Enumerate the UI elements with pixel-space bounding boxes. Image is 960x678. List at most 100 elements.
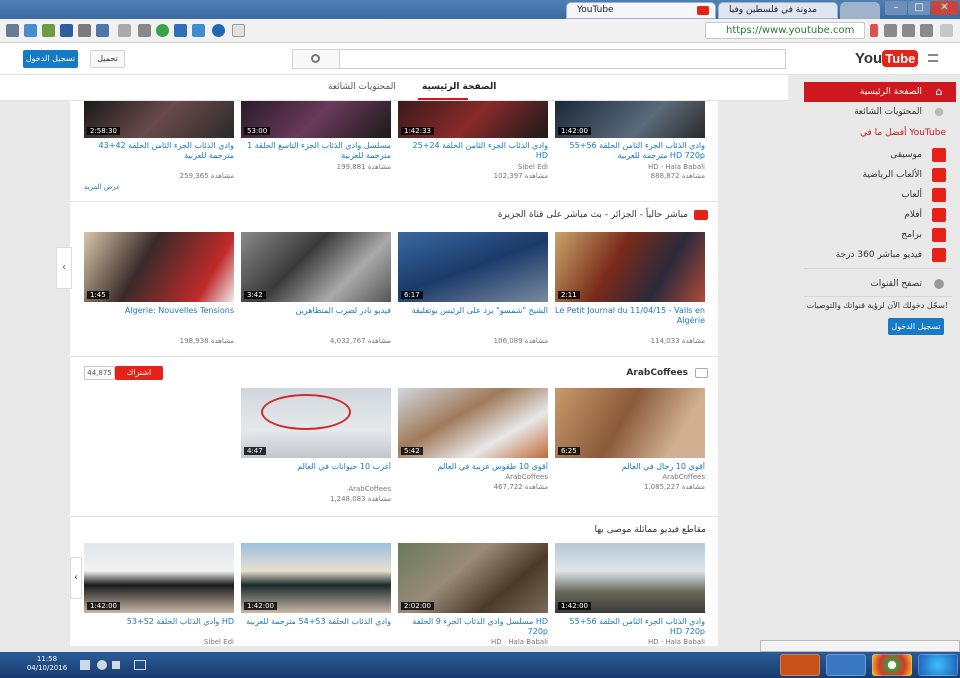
address-bar[interactable]: https://www.youtube.com xyxy=(705,22,865,39)
sidebar-item-movies[interactable]: أفلام xyxy=(804,205,956,225)
video-title[interactable]: Le Petit Journal du 11/04/15 - Valls en … xyxy=(555,306,705,326)
extension-icon[interactable] xyxy=(118,24,131,37)
video-title[interactable]: مسلسل وادي الذئاب الجزء التاسع الحلقة 1 … xyxy=(241,141,391,161)
extension-icon[interactable] xyxy=(156,24,169,37)
video-channel[interactable]: Sibel Edi xyxy=(84,638,234,647)
video-thumbnail[interactable]: 2:11 xyxy=(555,232,705,302)
video-thumbnail[interactable]: 1:42:00 xyxy=(84,543,234,613)
video-thumbnail[interactable]: 5:42 xyxy=(398,388,548,458)
video-title[interactable]: وادي الذئاب الجزء الثامن الحلقة 56+55 HD… xyxy=(555,617,705,637)
extension-icon[interactable] xyxy=(96,24,109,37)
sidebar-item-label: موسيقى xyxy=(890,150,922,160)
video-channel[interactable]: ArabCoffees xyxy=(555,473,705,482)
shelf-prev-arrow-icon[interactable]: ‹ xyxy=(70,557,82,599)
highlight-circle-icon xyxy=(261,394,351,430)
video-thumbnail[interactable]: 3:42 xyxy=(241,232,391,302)
menu-icon[interactable] xyxy=(6,24,19,37)
video-thumbnail[interactable]: 53:00 xyxy=(241,101,391,138)
network-icon[interactable] xyxy=(112,661,120,669)
video-thumbnail[interactable]: 6:25 xyxy=(555,388,705,458)
extension-icon[interactable] xyxy=(174,24,187,37)
video-channel[interactable]: HD · Hala Babali xyxy=(398,638,548,647)
refresh-icon[interactable] xyxy=(902,24,915,37)
sidebar-item-trending[interactable]: المحتويات الشائعة xyxy=(804,102,956,122)
video-channel[interactable]: HD · Hala Babali xyxy=(555,638,705,647)
video-thumbnail[interactable]: 1:42:00 xyxy=(241,543,391,613)
shelf-prev-arrow-icon[interactable]: ‹ xyxy=(56,247,72,289)
video-thumbnail[interactable]: 6:17 xyxy=(398,232,548,302)
video-title[interactable]: مسلسل وادي الذئاب الجزء 9 الحلقة HD 720p xyxy=(398,617,548,637)
tab-second[interactable]: مدونة في فلسطين وفيا xyxy=(718,2,838,19)
video-title[interactable]: وادي الذئاب الحلقة 53+54 مترجمة للعربية xyxy=(241,617,391,637)
home-icon[interactable] xyxy=(884,24,897,37)
bookmark-star-icon[interactable] xyxy=(232,24,245,37)
start-button[interactable] xyxy=(918,654,958,676)
sidebar-item-tv[interactable]: برامج xyxy=(804,225,956,245)
video-title[interactable]: وادي الذئاب الجزء الثامن الحلقة 24+25 HD xyxy=(398,141,548,161)
check-icon[interactable] xyxy=(138,24,151,37)
show-more-link[interactable]: عرض المزيد xyxy=(84,183,120,191)
minimize-icon[interactable]: – xyxy=(885,1,907,15)
video-channel[interactable]: ArabCoffees xyxy=(398,473,548,482)
video-thumbnail[interactable]: 1:42:33 xyxy=(398,101,548,138)
sidebar-item-gaming[interactable]: ألعاب xyxy=(804,185,956,205)
extension-icon[interactable] xyxy=(42,24,55,37)
shelf-title[interactable]: مباشر حالياً - الجزائر - بث مباشر على قن… xyxy=(498,210,688,220)
taskbar-ie-icon[interactable] xyxy=(826,654,866,676)
show-desktop-icon[interactable] xyxy=(80,660,90,670)
video-title[interactable]: وادي الذئاب الحلقة 52+53 HD xyxy=(84,617,234,637)
taskbar-app-icon[interactable] xyxy=(780,654,820,676)
tray-icon[interactable] xyxy=(134,660,146,670)
video-title[interactable]: Algerie: Nouvelles Tensions xyxy=(84,306,234,326)
video-thumbnail[interactable]: 2:58:30 xyxy=(84,101,234,138)
extension-icon[interactable] xyxy=(60,24,73,37)
sidebar-item-browse-channels[interactable]: تصفح القنوات xyxy=(804,274,956,294)
video-channel[interactable]: HD · Hala Babali xyxy=(555,163,705,172)
video-channel[interactable]: Sibel Edi xyxy=(398,163,548,172)
section-title: أفضل ما في YouTube xyxy=(860,128,946,138)
video-title[interactable]: أغرب 10 حيوانات في العالم xyxy=(241,462,391,482)
video-thumbnail[interactable]: 2:02:00 xyxy=(398,543,548,613)
sidebar-item-home[interactable]: الصفحة الرئيسية ⌂ xyxy=(804,82,956,102)
extension-icon[interactable] xyxy=(192,24,205,37)
youtube-logo[interactable]: You Tube xyxy=(855,50,919,70)
video-title[interactable]: فيديو نادر لضرب المتظاهرين xyxy=(241,306,391,326)
video-title[interactable]: الشيخ "شمسو" يرد على الرئيس بوتفليقة xyxy=(398,306,548,326)
signin-button[interactable]: تسجيل الدخول xyxy=(23,50,78,68)
tab-trending[interactable]: المحتويات الشائعة xyxy=(328,82,396,92)
tab-third[interactable] xyxy=(840,2,880,19)
upload-button[interactable]: تحميل xyxy=(90,50,125,68)
guide-menu-icon[interactable] xyxy=(928,54,938,62)
video-thumbnail[interactable]: 1:42:00 xyxy=(555,543,705,613)
close-icon[interactable]: ✕ xyxy=(931,1,958,15)
video-channel[interactable]: ArabCoffees xyxy=(241,485,391,494)
subscribe-button[interactable]: اشتراك xyxy=(115,366,163,380)
taskbar-chrome-icon[interactable] xyxy=(872,654,912,676)
extension-icon[interactable] xyxy=(78,24,91,37)
sidebar-item-360[interactable]: فيديو مباشر 360 درجة xyxy=(804,245,956,265)
sidebar-item-music[interactable]: موسيقى xyxy=(804,145,956,165)
extension-icon[interactable] xyxy=(870,24,878,37)
video-title[interactable]: وادي الذئاب الجزء الثامن الحلقة 42+43 مت… xyxy=(84,141,234,161)
shelf-title[interactable]: ArabCoffees xyxy=(626,368,688,378)
tab-youtube[interactable]: YouTube xyxy=(566,2,716,19)
video-duration: 1:42:00 xyxy=(87,602,120,610)
forward-icon[interactable] xyxy=(940,24,953,37)
search-button[interactable] xyxy=(292,49,340,69)
video-thumbnail[interactable]: 1:45 xyxy=(84,232,234,302)
maximize-icon[interactable]: □ xyxy=(908,1,930,15)
video-thumbnail[interactable]: 1:42:00 xyxy=(555,101,705,138)
video-thumbnail[interactable]: 4:47 xyxy=(241,388,391,458)
volume-icon[interactable] xyxy=(97,660,107,670)
video-views: مشاهدة 114,033 xyxy=(650,337,705,345)
video-title[interactable]: وادي الذئاب الجزء الثامن الحلقة 56+55 مت… xyxy=(555,141,705,161)
taskbar-clock[interactable]: 11:58 04/10/2016 xyxy=(22,655,72,673)
tab-home[interactable]: الصفحة الرئيسية xyxy=(422,82,496,92)
back-icon[interactable] xyxy=(920,24,933,37)
search-input[interactable] xyxy=(292,49,786,69)
extension-icon[interactable] xyxy=(24,24,37,37)
sidebar-item-sports[interactable]: الألعاب الرياضية xyxy=(804,165,956,185)
sidebar-signin-button[interactable]: تسجيل الدخول xyxy=(888,318,944,335)
extension-icon[interactable] xyxy=(212,24,225,37)
shelf-title[interactable]: مقاطع فيديو مماثلة موصى بها xyxy=(595,525,707,535)
